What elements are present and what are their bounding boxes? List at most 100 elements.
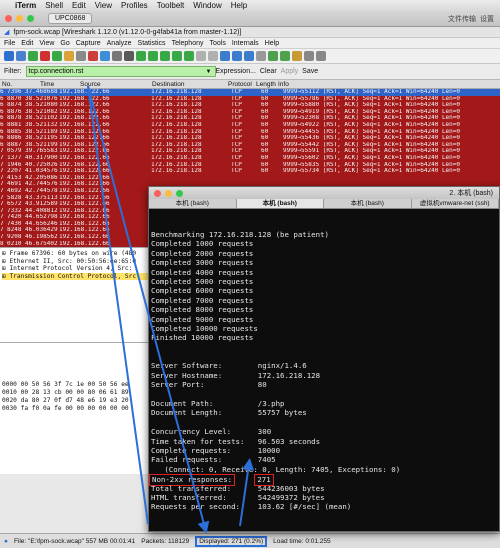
- detail-tcp[interactable]: ⊞ Transmission Control Protocol, Src: [2, 272, 152, 280]
- display-filters-icon[interactable]: [280, 51, 290, 61]
- menu-toolbelt[interactable]: Toolbelt: [157, 1, 185, 10]
- packet-cell: 7: [0, 234, 4, 241]
- interfaces-icon[interactable]: [4, 51, 14, 61]
- col-info[interactable]: Info: [278, 81, 500, 88]
- last-packet-icon[interactable]: [184, 51, 194, 61]
- menu-help[interactable]: Help: [231, 1, 247, 10]
- packet-cell: 7: [0, 214, 4, 221]
- packet-row[interactable]: 6 7396 37.468688 192.168.122.66 172.16.218.…: [0, 89, 500, 96]
- reload-icon[interactable]: [100, 51, 110, 61]
- colorize-icon[interactable]: [196, 51, 206, 61]
- close-file-icon[interactable]: [88, 51, 98, 61]
- stop-capture-icon[interactable]: [40, 51, 50, 61]
- col-no[interactable]: No.: [0, 81, 40, 88]
- terminal-tab-4[interactable]: 虚拟机vmware-net (ssh): [411, 199, 499, 208]
- go-forward-icon[interactable]: [148, 51, 158, 61]
- menu-internals[interactable]: Internals: [232, 40, 259, 47]
- packet-row[interactable]: 7 2207 41.034576 192.168.122.66 172.16.218.…: [0, 168, 500, 175]
- packet-cell: 9999→54455 [RST, ACK] Seq=1 Ack=1 Win=64…: [283, 128, 461, 135]
- terminal-output[interactable]: Benchmarking 172.16.218.128 (be patient)…: [149, 209, 499, 515]
- packet-row[interactable]: 6 8885 38.521189 192.168.122.66 172.16.218.…: [0, 128, 500, 136]
- menu-shell[interactable]: Shell: [45, 1, 63, 10]
- go-back-icon[interactable]: [136, 51, 146, 61]
- menu-view[interactable]: View: [39, 40, 54, 47]
- packet-cell: 60: [261, 115, 269, 122]
- packet-list-header: No. Time Source Destination Protocol Len…: [0, 80, 500, 89]
- packet-cell: TCP: [231, 168, 242, 175]
- open-file-icon[interactable]: [64, 51, 74, 61]
- menu-analyze[interactable]: Analyze: [107, 40, 132, 47]
- preferences-icon[interactable]: [304, 51, 314, 61]
- terminal-tab-3[interactable]: 本机 (bash): [324, 199, 412, 208]
- menu-window[interactable]: Window: [193, 1, 221, 10]
- save-file-icon[interactable]: [76, 51, 86, 61]
- zoom-dot-icon[interactable]: [27, 15, 34, 22]
- apply-button[interactable]: Apply: [281, 68, 299, 75]
- terminal-tab-2[interactable]: 本机 (bash): [236, 199, 324, 208]
- print-icon[interactable]: [112, 51, 122, 61]
- packet-row[interactable]: 6 8876 38.521082 192.168.122.66 172.16.218.…: [0, 108, 500, 116]
- menu-capture[interactable]: Capture: [76, 40, 101, 47]
- menu-help[interactable]: Help: [265, 40, 279, 47]
- menu-statistics[interactable]: Statistics: [138, 40, 166, 47]
- coloring-rules-icon[interactable]: [292, 51, 302, 61]
- start-capture-icon[interactable]: [28, 51, 38, 61]
- menu-profiles[interactable]: Profiles: [121, 1, 148, 10]
- go-to-packet-icon[interactable]: [160, 51, 170, 61]
- mac-menu-bar: iTerm Shell Edit View Profiles Toolbelt …: [0, 0, 500, 11]
- col-protocol[interactable]: Protocol: [228, 81, 256, 88]
- packet-cell: 8885 38.521189: [7, 128, 58, 135]
- autoscroll-icon[interactable]: [208, 51, 218, 61]
- file-transfer-button[interactable]: 文件传输: [448, 14, 476, 24]
- packet-row[interactable]: 6 8874 38.521080 192.168.122.66 172.16.218.…: [0, 102, 500, 109]
- capture-filters-icon[interactable]: [268, 51, 278, 61]
- save-filter-button[interactable]: Save: [302, 68, 318, 75]
- menu-go[interactable]: Go: [60, 40, 69, 47]
- minimize-dot-icon[interactable]: [16, 15, 23, 22]
- menu-telephony[interactable]: Telephony: [172, 40, 204, 47]
- menu-view[interactable]: View: [95, 1, 112, 10]
- packet-row[interactable]: 7 0579 39.765583 192.168.122.66 172.16.218.…: [0, 148, 500, 155]
- options-icon[interactable]: [16, 51, 26, 61]
- find-packet-icon[interactable]: [124, 51, 134, 61]
- minimize-dot-icon[interactable]: [165, 189, 172, 197]
- col-length[interactable]: Length: [256, 81, 278, 88]
- tab-upc0868[interactable]: UPC0868: [48, 13, 93, 24]
- packet-row[interactable]: 7 4153 42.205086 192.168.122.66: [0, 174, 500, 182]
- settings-button[interactable]: 设置: [480, 14, 494, 24]
- packet-row[interactable]: 7 1377 40.317900 192.168.122.66 172.16.218.…: [0, 154, 500, 162]
- menu-edit[interactable]: Edit: [72, 1, 86, 10]
- col-time[interactable]: Time: [40, 81, 80, 88]
- packet-cell: TCP: [231, 128, 242, 135]
- first-packet-icon[interactable]: [172, 51, 182, 61]
- clear-button[interactable]: Clear: [260, 68, 277, 75]
- help-icon[interactable]: [316, 51, 326, 61]
- menu-edit[interactable]: Edit: [21, 40, 33, 47]
- close-dot-icon[interactable]: [5, 15, 12, 22]
- col-source[interactable]: Source: [80, 81, 152, 88]
- packet-row[interactable]: 6 8887 38.521199 192.168.122.66 172.16.218.…: [0, 141, 500, 149]
- zoom-dot-icon[interactable]: [176, 189, 183, 197]
- packet-row[interactable]: 6 8881 38.521132 192.168.122.66 172.16.218.…: [0, 121, 500, 129]
- normal-size-icon[interactable]: [244, 51, 254, 61]
- menu-file[interactable]: File: [4, 40, 15, 47]
- col-destination[interactable]: Destination: [152, 81, 228, 88]
- packet-row[interactable]: 6 8878 38.521102 192.168.122.66 172.16.218.…: [0, 115, 500, 122]
- restart-capture-icon[interactable]: [52, 51, 62, 61]
- zoom-in-icon[interactable]: [220, 51, 230, 61]
- packet-row[interactable]: 6 8870 38.521076 192.168.122.66 172.16.218.…: [0, 95, 500, 103]
- close-dot-icon[interactable]: [154, 189, 161, 197]
- resize-columns-icon[interactable]: [256, 51, 266, 61]
- non2xx-line: Non-2xx responses: 271: [149, 474, 497, 486]
- zoom-out-icon[interactable]: [232, 51, 242, 61]
- expert-info-icon[interactable]: ●: [4, 538, 8, 545]
- terminal-line: Document Path: /3.php: [151, 399, 285, 409]
- display-filter-input[interactable]: tcp.connection.rst: [25, 66, 216, 77]
- packet-row[interactable]: 7 1946 40.725026 192.168.122.66 172.16.218.…: [0, 161, 500, 169]
- packet-row[interactable]: 6 8886 38.521195 192.168.122.66 172.16.218.…: [0, 135, 500, 142]
- app-menu-iterm[interactable]: iTerm: [15, 1, 36, 10]
- expression-button[interactable]: Expression...: [215, 68, 255, 75]
- menu-tools[interactable]: Tools: [209, 40, 225, 47]
- terminal-tab-1[interactable]: 本机 (bash): [149, 199, 237, 208]
- filter-dropdown-icon[interactable]: ▼: [206, 69, 212, 75]
